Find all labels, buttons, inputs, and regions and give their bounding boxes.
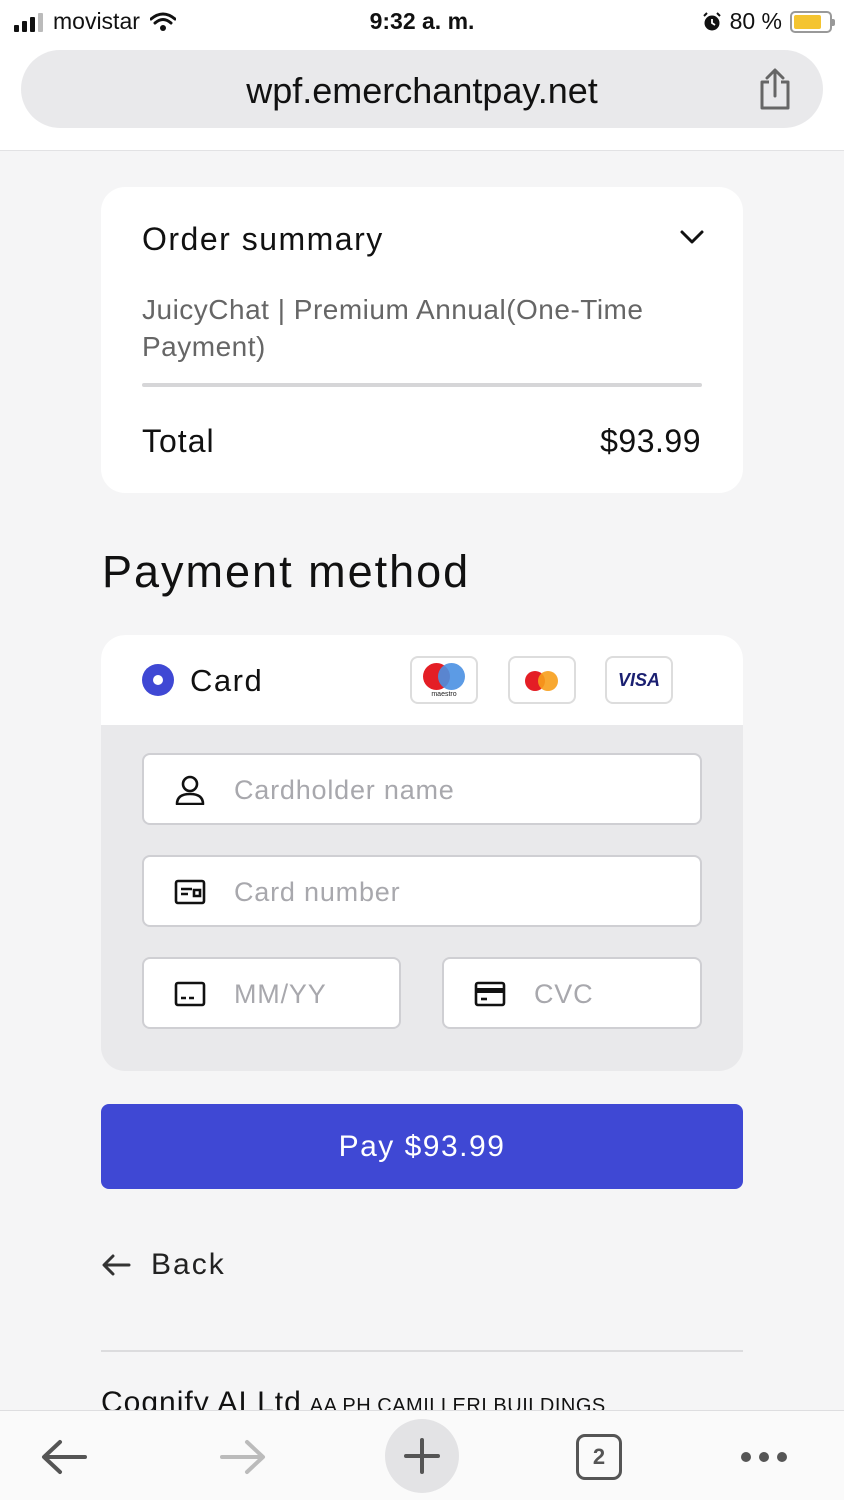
more-icon [741, 1452, 787, 1462]
maestro-logo: maestro [410, 656, 478, 704]
more-button[interactable] [728, 1423, 800, 1491]
card-number-icon [174, 879, 206, 905]
browser-address-area: wpf.emerchantpay.net [0, 44, 844, 151]
browser-toolbar: 2 [0, 1410, 844, 1500]
address-bar[interactable]: wpf.emerchantpay.net [21, 50, 823, 128]
person-icon [175, 775, 205, 805]
plus-icon [404, 1438, 440, 1474]
total-label: Total [142, 423, 215, 459]
card-radio[interactable] [142, 664, 174, 696]
company-name: Cognify AI Ltd [101, 1386, 302, 1410]
forward-arrow-icon [220, 1440, 265, 1474]
mastercard-logo [508, 656, 576, 704]
card-number-input[interactable] [234, 871, 686, 913]
order-divider [142, 383, 702, 387]
tabs-count: 2 [592, 1444, 606, 1469]
status-right: 80 % [702, 8, 835, 35]
visa-logo: VISA [605, 656, 673, 704]
url-text[interactable]: wpf.emerchantpay.net [21, 70, 823, 112]
footer-divider [101, 1350, 743, 1352]
tabs-icon: 2 [576, 1434, 622, 1480]
cardholder-name-field[interactable] [142, 753, 702, 825]
back-label: Back [151, 1248, 226, 1281]
cvc-field[interactable] [442, 957, 702, 1029]
cardholder-name-input[interactable] [234, 769, 686, 811]
pay-button[interactable]: Pay $93.99 [101, 1104, 743, 1189]
visa-text: VISA [617, 670, 660, 690]
status-bar: movistar 9:32 a. m. 80 % [0, 0, 844, 44]
payment-card-panel: Card maestro VISA [101, 635, 743, 1071]
order-item-name: JuicyChat | Premium Annual(One-Time Paym… [142, 294, 644, 362]
company-address: AA PH CAMILLERI BUILDINGS [309, 1395, 606, 1410]
browser-forward-button[interactable] [207, 1423, 279, 1491]
maestro-text: maestro [431, 691, 457, 698]
cvc-card-icon [474, 981, 506, 1007]
total-value: $93.99 [600, 423, 701, 459]
alarm-icon [702, 11, 721, 30]
payment-method-title: Payment method [102, 546, 471, 597]
back-link[interactable]: Back [101, 1245, 226, 1285]
expiry-input[interactable] [234, 973, 385, 1015]
order-summary-card: Order summary JuicyChat | Premium Annual… [101, 187, 743, 493]
cvc-input[interactable] [534, 973, 686, 1015]
share-icon[interactable] [757, 68, 793, 112]
expiry-card-icon [174, 981, 206, 1007]
browser-back-button[interactable] [28, 1423, 100, 1491]
card-method-label: Card [190, 663, 264, 698]
expiry-field[interactable] [142, 957, 401, 1029]
new-tab-button[interactable] [385, 1419, 459, 1493]
chevron-down-icon[interactable] [679, 227, 705, 247]
tabs-button[interactable]: 2 [563, 1423, 635, 1491]
order-summary-title: Order summary [142, 221, 384, 257]
back-arrow-icon [102, 1254, 131, 1276]
battery-percent: 80 % [729, 8, 782, 34]
card-number-field[interactable] [142, 855, 702, 927]
card-method-option[interactable]: Card maestro VISA [101, 635, 743, 725]
battery-icon [790, 10, 835, 33]
back-arrow-icon [42, 1440, 87, 1474]
company-info: Cognify AI Ltd AA PH CAMILLERI BUILDINGS [101, 1386, 743, 1410]
